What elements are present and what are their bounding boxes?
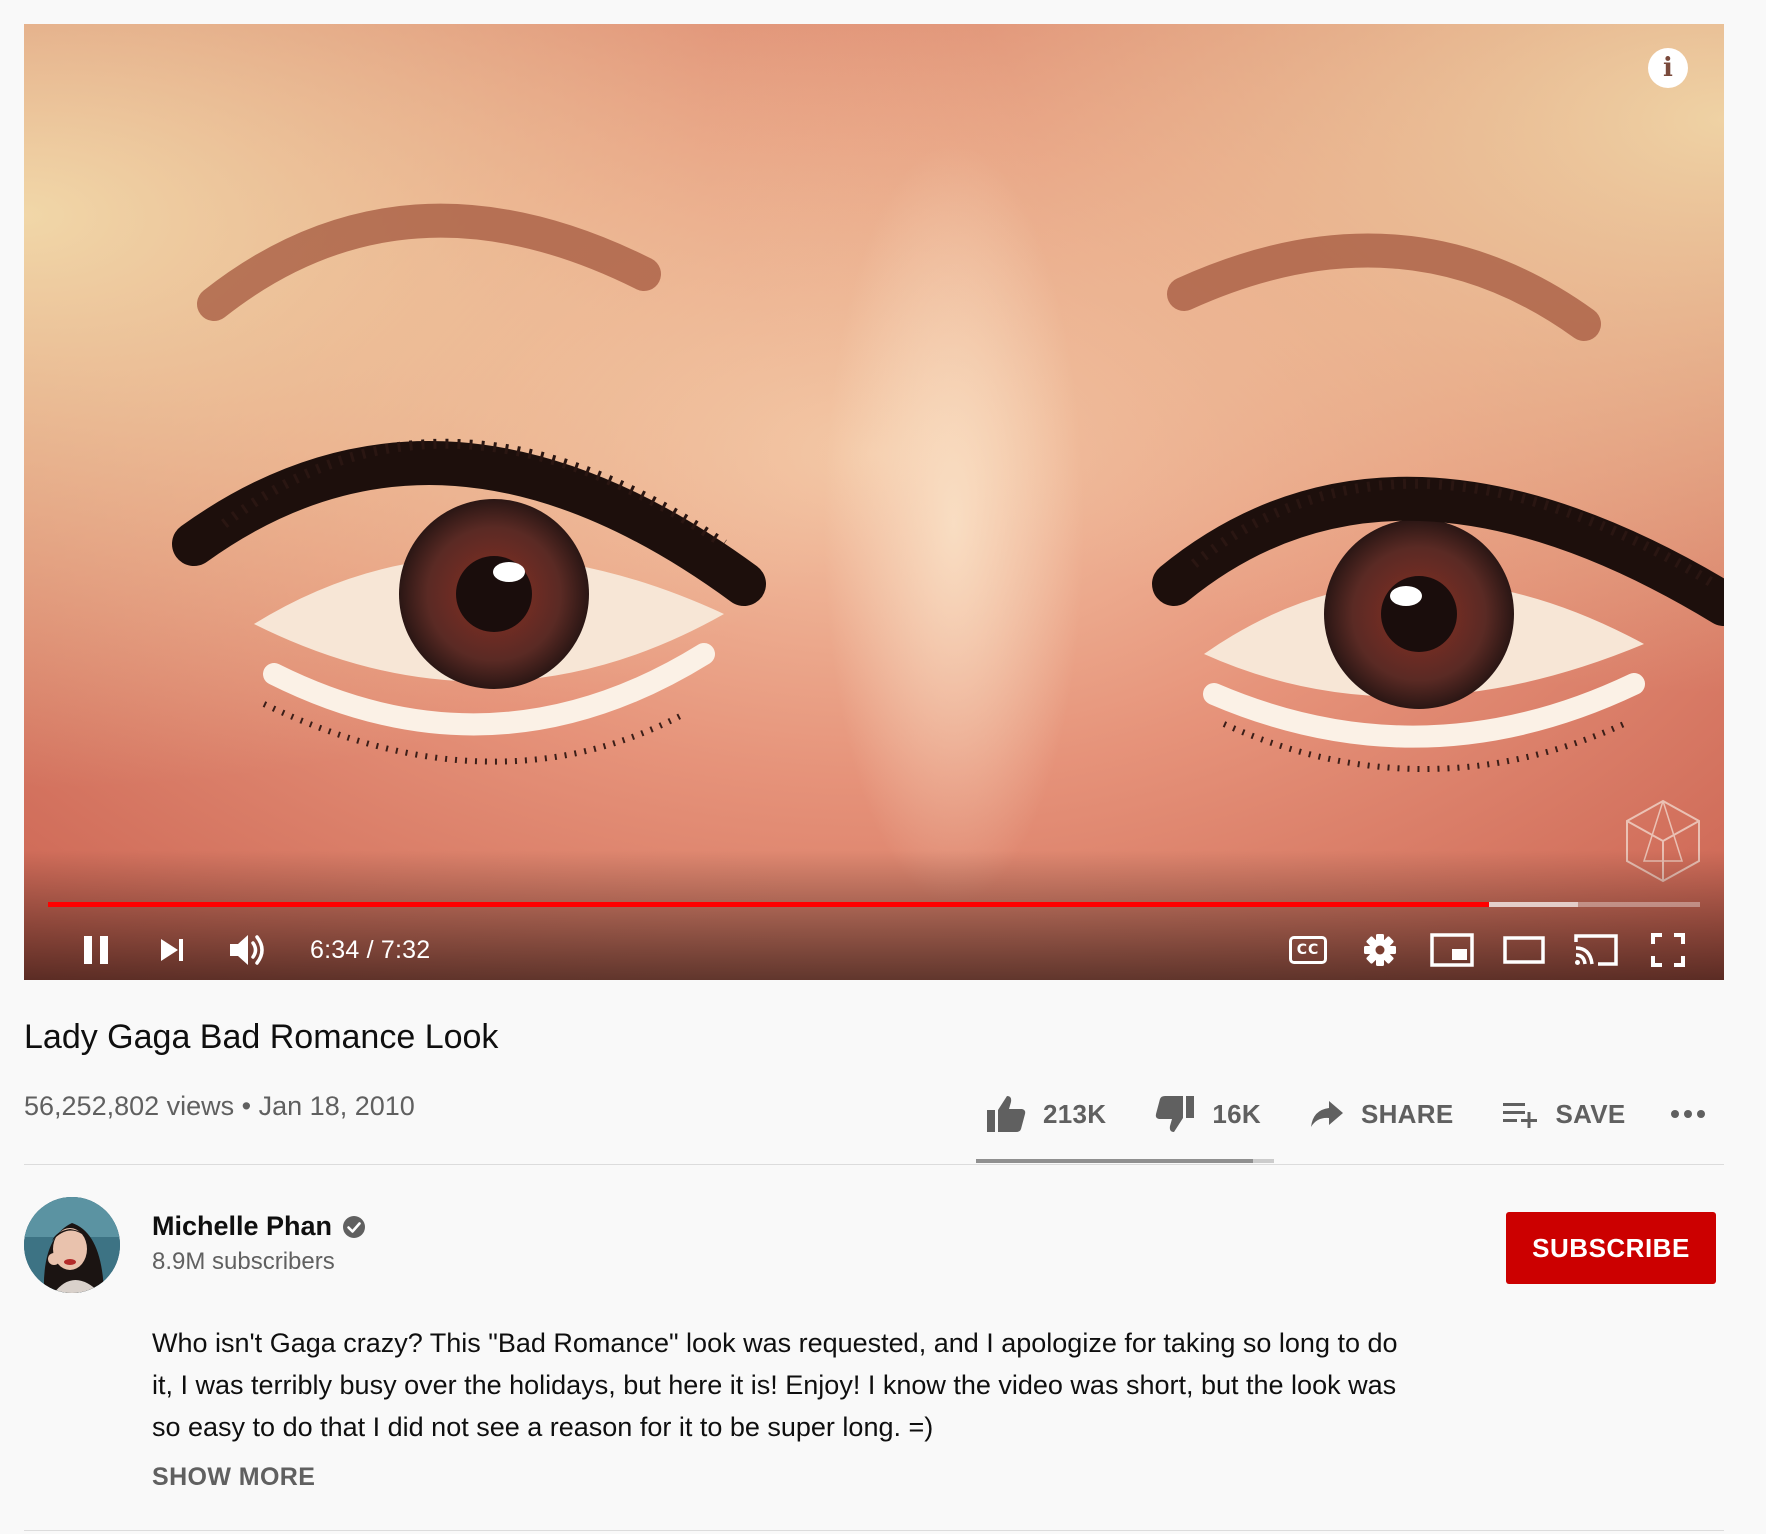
- meta-separator: •: [241, 1091, 252, 1121]
- view-count: 56,252,802 views: [24, 1091, 235, 1121]
- like-dislike-bar: [976, 1159, 1274, 1163]
- subscribe-button[interactable]: SUBSCRIBE: [1506, 1212, 1716, 1284]
- bottom-divider: [24, 1530, 1724, 1531]
- next-icon: [161, 939, 183, 961]
- video-frame[interactable]: [24, 24, 1724, 980]
- like-button[interactable]: 213K: [985, 1094, 1106, 1134]
- cast-icon: [1574, 934, 1618, 966]
- fullscreen-button[interactable]: [1632, 923, 1704, 977]
- settings-button[interactable]: [1344, 923, 1416, 977]
- verified-check-icon: [343, 1215, 366, 1238]
- like-ratio-fill: [976, 1159, 1254, 1163]
- dislike-button[interactable]: 16K: [1154, 1094, 1261, 1134]
- channel-avatar[interactable]: [24, 1197, 120, 1293]
- theater-mode-button[interactable]: [1488, 923, 1560, 977]
- thumbs-up-icon: [987, 1096, 1026, 1132]
- divider: [24, 1164, 1724, 1165]
- cc-icon: CC: [1289, 936, 1327, 964]
- video-title: Lady Gaga Bad Romance Look: [24, 1018, 499, 1056]
- video-description: Who isn't Gaga crazy? This "Bad Romance"…: [152, 1328, 1398, 1442]
- pause-icon: [84, 936, 108, 964]
- settings-icon: [1364, 934, 1396, 966]
- pause-button[interactable]: [58, 923, 134, 977]
- save-label: SAVE: [1555, 1098, 1626, 1129]
- time-display: 6:34 / 7:32: [310, 935, 431, 964]
- dislike-count: 16K: [1212, 1098, 1261, 1129]
- avatar-image: [24, 1197, 120, 1293]
- thumbs-down-icon: [1156, 1096, 1195, 1132]
- more-horizontal-icon: [1670, 1110, 1705, 1118]
- info-icon[interactable]: i: [1648, 48, 1688, 88]
- more-actions-button[interactable]: [1670, 1109, 1706, 1119]
- share-arrow-icon: [1310, 1101, 1343, 1127]
- theater-icon: [1503, 936, 1545, 964]
- video-meta: 56,252,802 views • Jan 18, 2010: [24, 1091, 415, 1122]
- save-button[interactable]: SAVE: [1501, 1099, 1625, 1130]
- progress-bar[interactable]: [48, 902, 1700, 907]
- progress-played: [48, 902, 1489, 907]
- mute-button[interactable]: [210, 923, 286, 977]
- playlist-add-icon: [1503, 1103, 1538, 1128]
- channel-name-row[interactable]: Michelle Phan: [152, 1211, 366, 1242]
- miniplayer-icon: [1430, 933, 1474, 967]
- publish-date: Jan 18, 2010: [258, 1091, 415, 1121]
- fullscreen-icon: [1651, 933, 1685, 967]
- action-bar: 213K 16K SHARE SAVE: [985, 1088, 1706, 1140]
- miniplayer-button[interactable]: [1416, 923, 1488, 977]
- captions-button[interactable]: CC: [1272, 923, 1344, 977]
- volume-icon: [230, 935, 264, 965]
- cast-button[interactable]: [1560, 923, 1632, 977]
- like-count: 213K: [1043, 1098, 1107, 1129]
- subscriber-count: 8.9M subscribers: [152, 1248, 335, 1275]
- channel-name[interactable]: Michelle Phan: [152, 1211, 332, 1242]
- share-button[interactable]: SHARE: [1309, 1099, 1454, 1130]
- show-more-button[interactable]: SHOW MORE: [152, 1463, 315, 1492]
- share-label: SHARE: [1360, 1098, 1454, 1129]
- player-controls: 6:34 / 7:32 CC: [24, 920, 1724, 980]
- video-player[interactable]: i 6:34 / 7:32 CC: [24, 24, 1724, 980]
- next-button[interactable]: [134, 923, 210, 977]
